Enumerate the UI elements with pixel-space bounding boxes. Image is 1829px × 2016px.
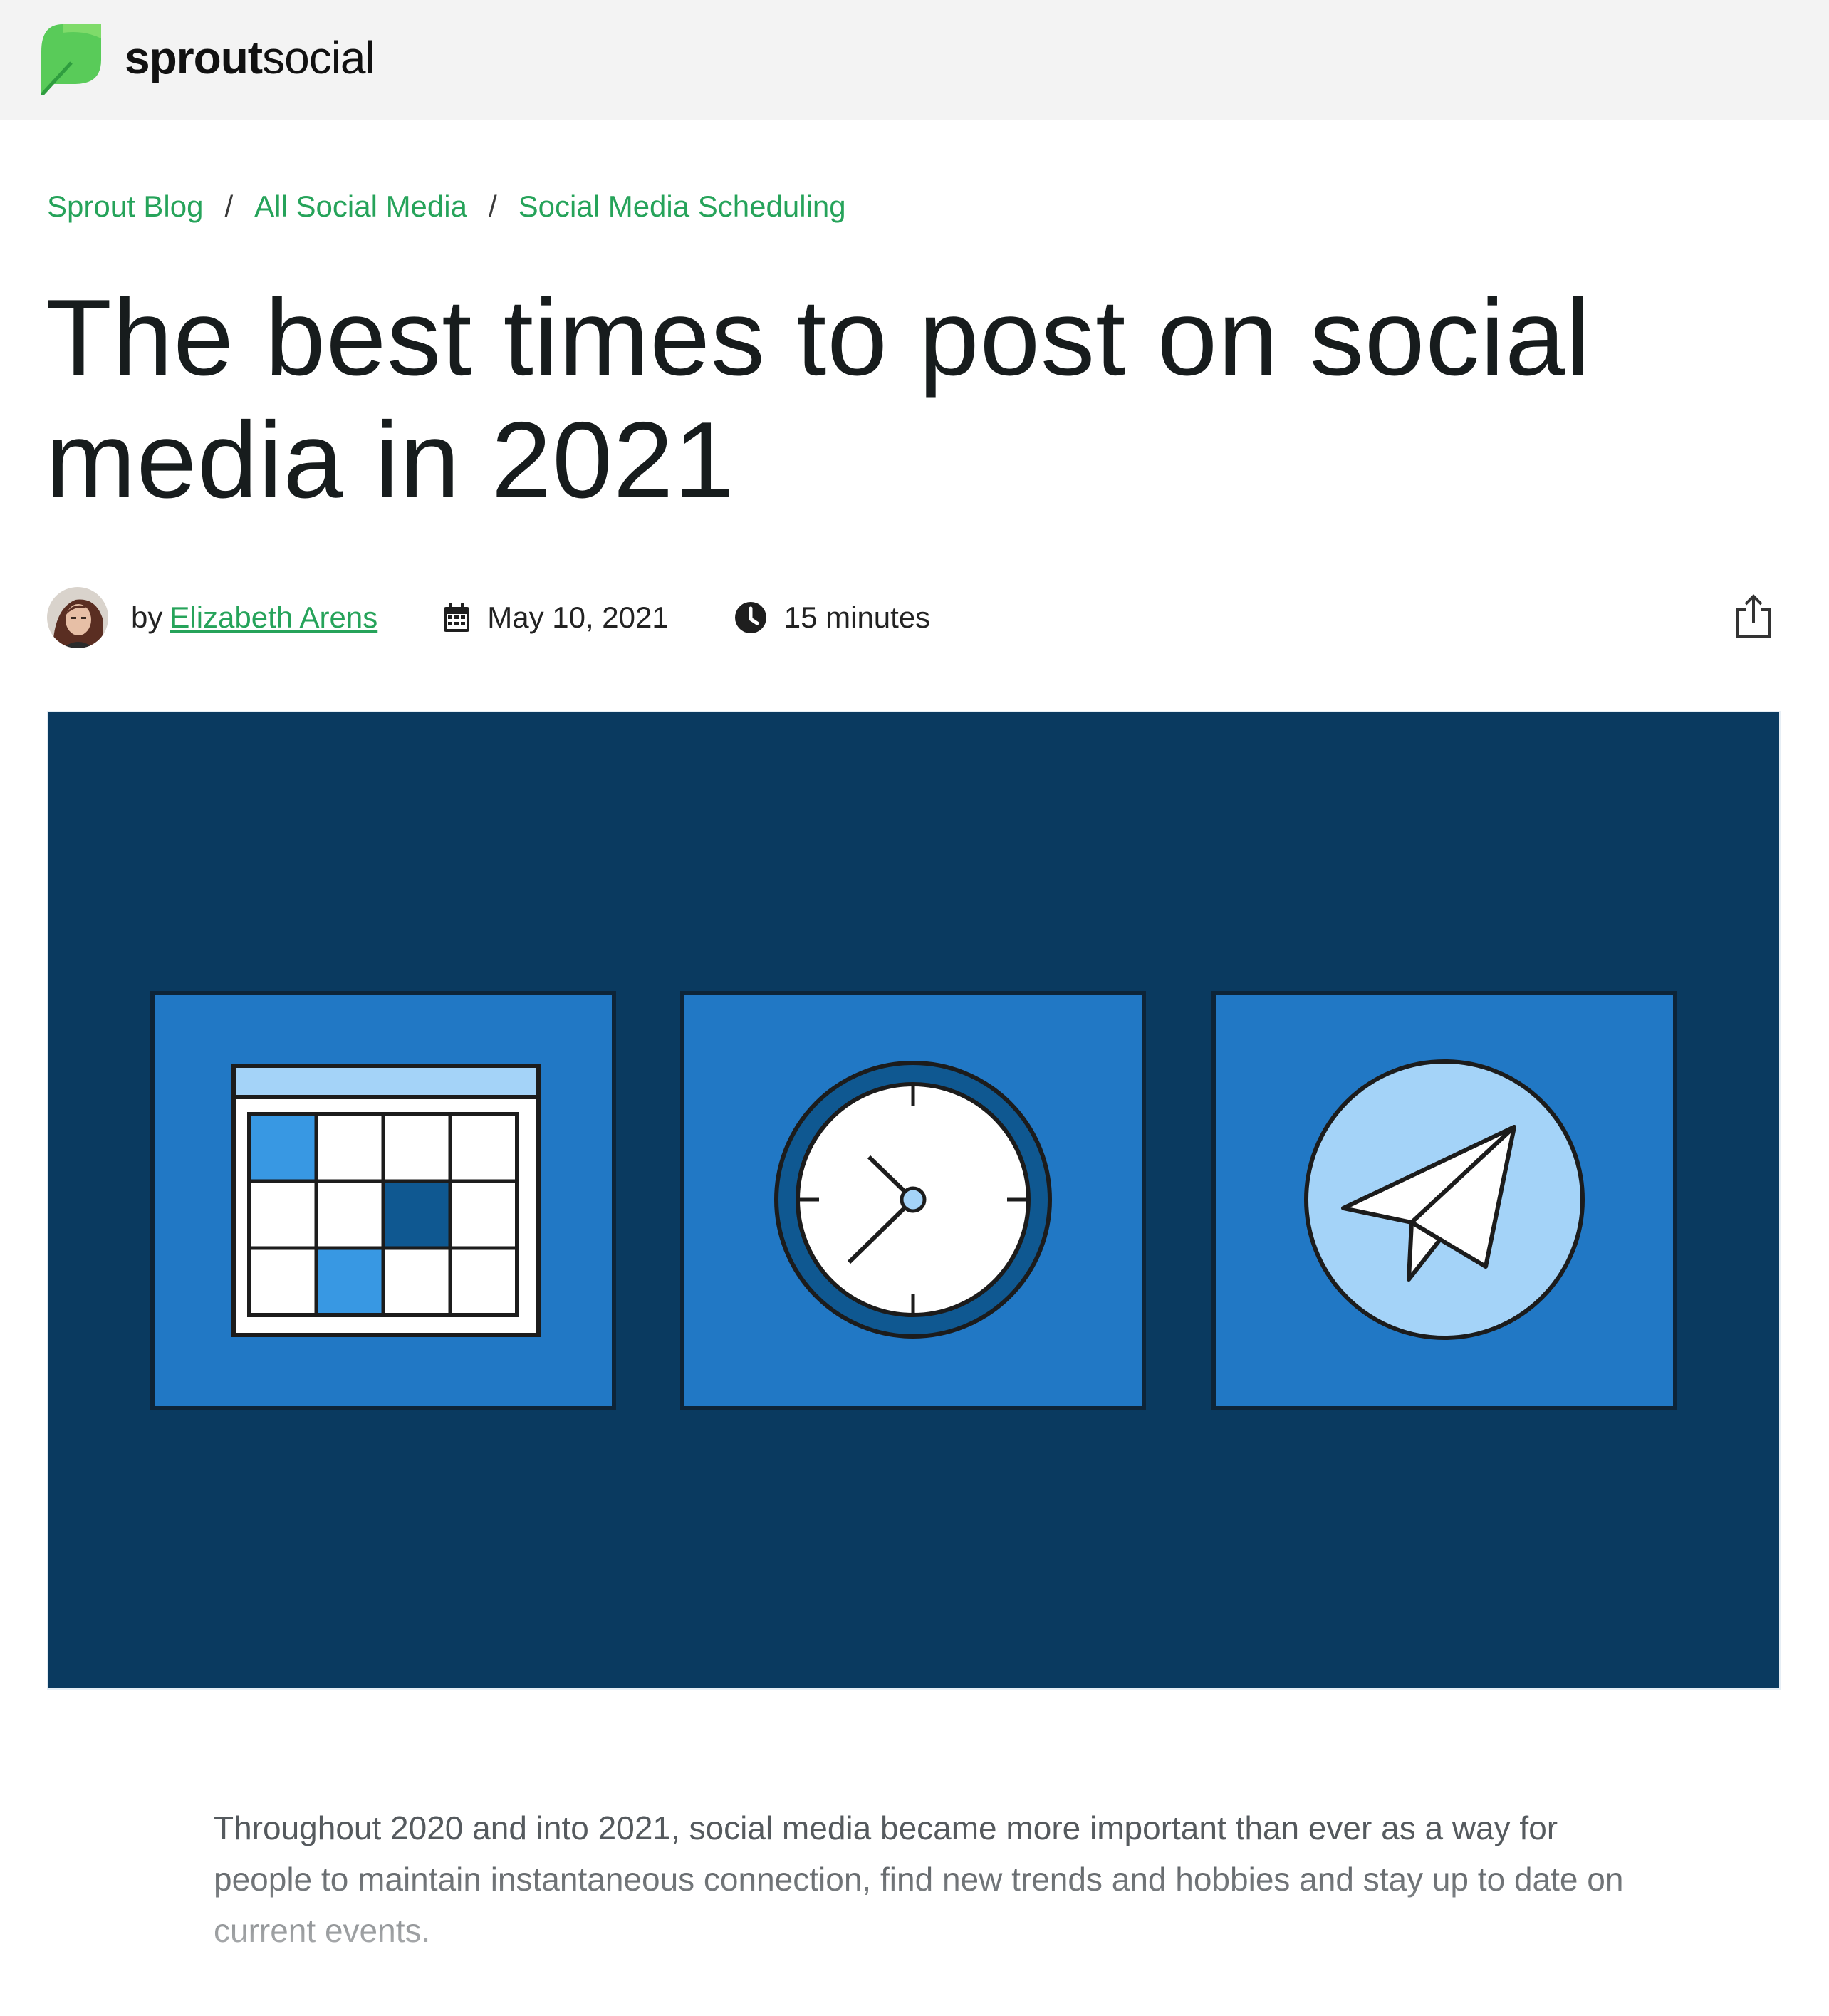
brand-name-light: social <box>262 32 375 83</box>
brand-name-bold: sprout <box>125 32 263 83</box>
clock-illustration <box>680 991 1146 1410</box>
breadcrumb-item-sprout-blog[interactable]: Sprout Blog <box>47 189 203 223</box>
author-link[interactable]: Elizabeth Arens <box>170 601 377 635</box>
breadcrumb-separator: / <box>488 189 497 223</box>
breadcrumb-separator: / <box>224 189 234 223</box>
page-title: The best times to post on social media i… <box>46 277 1591 521</box>
sprout-leaf-icon[interactable] <box>41 24 101 95</box>
article-meta: by Elizabeth Arens May 10, 2021 15 minut… <box>47 586 930 650</box>
byline-label: by <box>131 601 163 634</box>
send-illustration <box>1211 991 1677 1410</box>
hero-image <box>47 711 1781 1690</box>
calendar-illustration <box>150 991 616 1410</box>
calendar-icon <box>444 603 470 632</box>
publish-date: May 10, 2021 <box>487 601 669 634</box>
article-intro: Throughout 2020 and into 2021, social me… <box>214 1809 1624 1949</box>
site-header: sproutsocial <box>0 0 1829 120</box>
breadcrumb: Sprout Blog / All Social Media / Social Medi… <box>47 187 846 227</box>
share-icon[interactable] <box>1734 594 1773 640</box>
breadcrumb-item-all-social-media[interactable]: All Social Media <box>254 189 467 223</box>
breadcrumb-item-social-media-scheduling[interactable]: Social Media Scheduling <box>519 189 846 223</box>
clock-icon <box>734 602 766 633</box>
read-time: 15 minutes <box>783 601 931 634</box>
brand-wordmark[interactable]: sproutsocial <box>125 26 375 90</box>
author-avatar[interactable] <box>47 587 108 648</box>
